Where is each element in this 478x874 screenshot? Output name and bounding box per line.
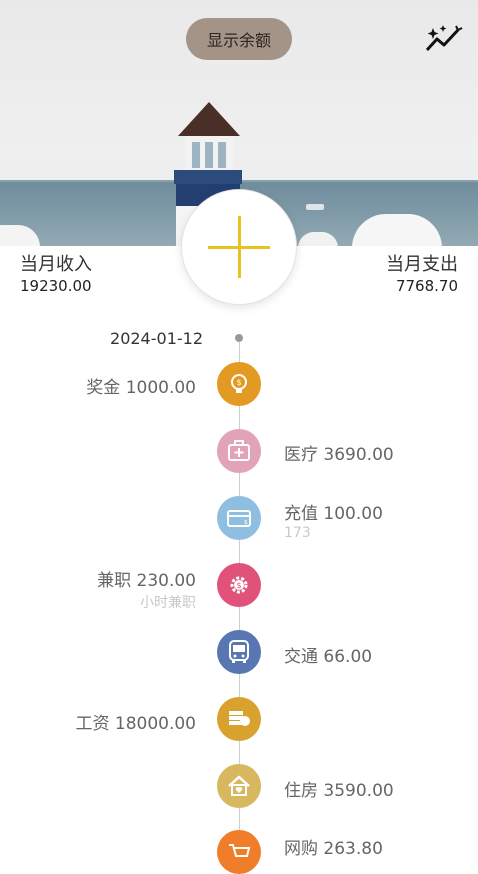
income-value: 19230.00 xyxy=(20,277,92,295)
gear-money-icon[interactable]: $ xyxy=(217,563,261,607)
svg-text:$: $ xyxy=(236,581,241,590)
entry-label: 住房 3590.00 xyxy=(284,781,394,801)
lighthouse-window xyxy=(218,142,226,168)
entry-label: 工资 18000.00 xyxy=(75,714,196,734)
expense-label: 当月支出 xyxy=(386,254,458,275)
boat xyxy=(306,204,324,210)
card-icon[interactable]: $ xyxy=(217,496,261,540)
bus-icon[interactable] xyxy=(217,630,261,674)
lighthouse-window xyxy=(205,142,213,168)
svg-text:$: $ xyxy=(244,519,248,526)
house-icon[interactable] xyxy=(217,764,261,808)
entry-label: 网购 263.80 xyxy=(284,839,383,859)
cart-icon[interactable] xyxy=(217,830,261,874)
expense-value: 7768.70 xyxy=(395,277,458,295)
entry-label: 医疗 3690.00 xyxy=(284,445,394,465)
plus-icon-bar xyxy=(238,216,241,278)
entry-label: 奖金 1000.00 xyxy=(86,378,196,398)
lighthouse-window xyxy=(192,142,200,168)
show-balance-button[interactable]: 显示余额 xyxy=(186,18,292,60)
sparkle-stats-icon[interactable] xyxy=(424,24,464,56)
lighthouse-railing xyxy=(174,170,242,184)
money-stack-icon[interactable] xyxy=(217,697,261,741)
entry-label: 充值 100.00 xyxy=(284,504,383,524)
entry-note: 小时兼职 xyxy=(140,595,196,611)
entry-note: 173 xyxy=(284,525,311,541)
income-label: 当月收入 xyxy=(20,254,92,275)
lighthouse-roof xyxy=(178,102,240,136)
add-record-button[interactable] xyxy=(182,190,296,304)
entry-label: 兼职 230.00 xyxy=(97,571,196,591)
entry-label: 交通 66.00 xyxy=(284,647,373,667)
bulb-money-icon[interactable]: $ xyxy=(217,362,261,406)
svg-text:$: $ xyxy=(236,378,241,387)
timeline-date-dot xyxy=(235,334,243,342)
timeline-date: 2024-01-12 xyxy=(110,329,203,348)
medical-kit-icon[interactable] xyxy=(217,429,261,473)
